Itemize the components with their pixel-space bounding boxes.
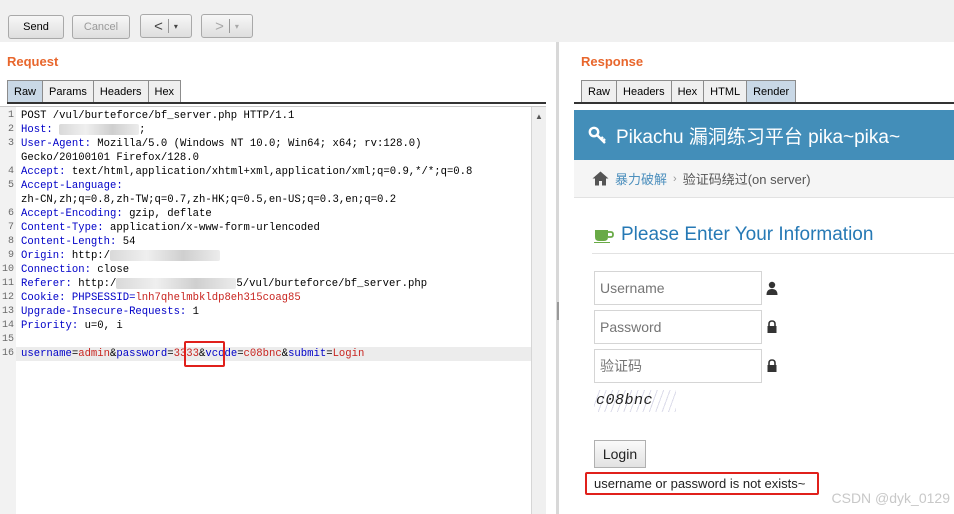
separator (228, 19, 230, 33)
password-highlight-box (184, 341, 225, 367)
tab-headers[interactable]: Headers (92, 80, 149, 102)
redacted-referer (116, 277, 237, 289)
coffee-icon (594, 230, 614, 243)
back-button[interactable]: < ▾ (140, 14, 192, 38)
request-editor[interactable]: 1 POST /vul/burteforce/bf_server.php HTTP… (0, 106, 546, 514)
divider-grip-icon[interactable] (557, 302, 559, 320)
back-arrow-icon: < (154, 17, 163, 35)
lock-icon (767, 320, 777, 333)
key-icon (588, 126, 606, 144)
user-icon (766, 281, 778, 295)
tab-params[interactable]: Params (42, 80, 94, 102)
request-tabs: Raw Params Headers Hex (7, 80, 182, 102)
breadcrumb-separator: › (673, 172, 677, 185)
toolbar: Send Cancel < ▾ > ▾ (0, 0, 954, 42)
panel-divider[interactable] (556, 42, 559, 514)
tab-html[interactable]: HTML (703, 80, 748, 102)
password-input[interactable] (594, 310, 762, 344)
site-brand: Pikachu 漏洞练习平台 pika~pika~ (616, 126, 901, 148)
section-divider (592, 253, 954, 254)
lock-icon (767, 359, 777, 372)
request-title: Request (7, 54, 59, 69)
tab-raw[interactable]: Raw (7, 80, 44, 102)
result-highlight-box (585, 472, 819, 495)
forward-button[interactable]: > ▾ (201, 14, 253, 38)
breadcrumb-current: 验证码绕过(on server) (682, 172, 811, 187)
login-button[interactable]: Login (594, 440, 646, 468)
vcode-input[interactable] (594, 349, 762, 383)
watermark: CSDN @dyk_0129 (831, 490, 951, 506)
chevron-down-icon: ▾ (173, 21, 178, 31)
username-input[interactable] (594, 271, 762, 305)
send-button[interactable]: Send (8, 15, 64, 39)
breadcrumb-link[interactable]: 暴力破解 (615, 169, 667, 188)
site-header: Pikachu 漏洞练习平台 pika~pika~ (574, 110, 954, 160)
response-tabs: Raw Headers Hex HTML Render (581, 80, 797, 102)
tab-render[interactable]: Render (746, 80, 797, 102)
scroll-up-icon[interactable]: ▲ (532, 109, 546, 123)
tab-underline (7, 102, 546, 104)
breadcrumb: 暴力破解 › 验证码绕过(on server) (574, 160, 954, 198)
tab-hex[interactable]: Hex (670, 80, 705, 102)
response-render: Pikachu 漏洞练习平台 pika~pika~ 暴力破解 › 验证码绕过(o… (574, 106, 954, 514)
separator (167, 19, 169, 33)
tab-headers[interactable]: Headers (616, 80, 672, 102)
response-title: Response (581, 54, 644, 69)
chevron-down-icon: ▾ (234, 21, 239, 31)
forward-arrow-icon: > (215, 17, 224, 35)
tab-underline (574, 102, 954, 104)
section-title: Please Enter Your Information (594, 224, 873, 246)
redacted-host (59, 123, 140, 135)
captcha-image: c08bnc (596, 392, 654, 409)
request-scrollbar[interactable]: ▲ (531, 107, 546, 514)
tab-hex[interactable]: Hex (147, 80, 182, 102)
cancel-button[interactable]: Cancel (72, 15, 130, 39)
tab-raw[interactable]: Raw (581, 80, 618, 102)
redacted-origin (110, 249, 221, 261)
home-icon[interactable] (592, 171, 609, 186)
